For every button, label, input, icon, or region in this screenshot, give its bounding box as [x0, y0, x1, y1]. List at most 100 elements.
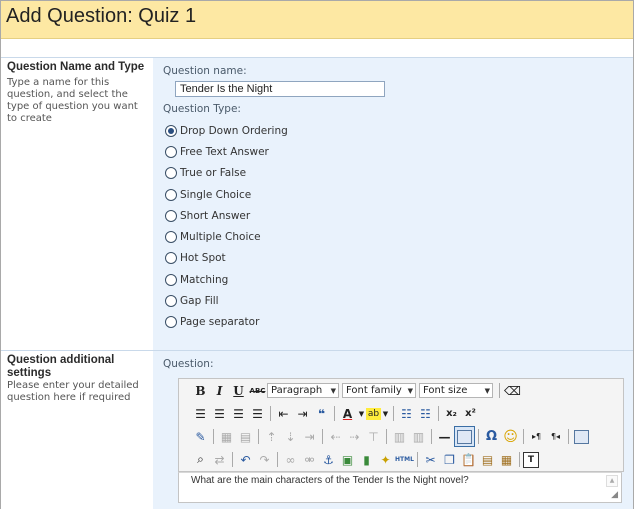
separator: [270, 406, 271, 421]
question-type-option[interactable]: Gap Fill: [163, 290, 633, 311]
image-icon[interactable]: ▣: [338, 450, 357, 469]
align-justify-icon[interactable]: ☰: [248, 404, 267, 423]
cleanup-icon[interactable]: ✦: [376, 450, 395, 469]
undo-icon[interactable]: ↶: [236, 450, 255, 469]
ltr-icon[interactable]: ▸¶: [527, 427, 546, 446]
font-family-value: Font family: [346, 385, 402, 396]
eraser-icon[interactable]: ⌫: [503, 381, 522, 400]
subscript-icon[interactable]: x₂: [442, 404, 461, 423]
dropdown-arrow-icon: ▼: [330, 386, 336, 395]
font-family-select[interactable]: Font family ▼: [342, 383, 416, 398]
highlight-color-icon[interactable]: ab: [366, 407, 381, 420]
numbered-list-icon[interactable]: ☷: [416, 404, 435, 423]
delete-row-icon[interactable]: ⇥: [300, 427, 319, 446]
replace-icon[interactable]: ⇄: [210, 450, 229, 469]
media-icon[interactable]: ▮: [357, 450, 376, 469]
copy-icon[interactable]: ❐: [440, 450, 459, 469]
table-icon[interactable]: ▦: [217, 427, 236, 446]
table-props-icon[interactable]: ▤: [236, 427, 255, 446]
radio-button[interactable]: [165, 124, 177, 137]
question-editor[interactable]: What are the main characters of the Tend…: [178, 472, 622, 503]
dropdown-arrow-icon[interactable]: ▼: [357, 404, 366, 423]
section-additional-fields: Question: B I U ABC Paragraph ▼ Font fami…: [153, 351, 633, 509]
radio-button[interactable]: [165, 273, 177, 286]
cut-icon[interactable]: ✂: [421, 450, 440, 469]
editor-content[interactable]: What are the main characters of the Tend…: [179, 473, 621, 486]
edit-image-icon[interactable]: ✎: [191, 427, 210, 446]
radio-button[interactable]: [165, 316, 177, 329]
question-name-input[interactable]: [175, 81, 385, 97]
merge-cells-icon[interactable]: ▥: [409, 427, 428, 446]
radio-button[interactable]: [165, 167, 177, 180]
insert-table-icon[interactable]: [454, 426, 475, 447]
radio-button[interactable]: [165, 188, 177, 201]
row-before-icon[interactable]: ⇡: [262, 427, 281, 446]
paste-word-icon[interactable]: ▦: [497, 450, 516, 469]
underline-button[interactable]: U: [229, 381, 248, 400]
question-type-option[interactable]: Hot Spot: [163, 248, 633, 269]
radio-button[interactable]: [165, 209, 177, 222]
indent-icon[interactable]: ⇥: [293, 404, 312, 423]
col-before-icon[interactable]: ⇠: [326, 427, 345, 446]
anchor-icon[interactable]: ⚓: [319, 450, 338, 469]
split-cells-icon[interactable]: ▥: [390, 427, 409, 446]
fullscreen-icon[interactable]: [572, 427, 591, 446]
question-type-option[interactable]: True or False: [163, 163, 633, 184]
radio-button[interactable]: [165, 231, 177, 244]
resize-handle-icon[interactable]: ◢: [611, 490, 618, 500]
blockquote-icon[interactable]: ❝: [312, 404, 331, 423]
insert-text-icon[interactable]: T: [523, 451, 539, 468]
separator: [499, 383, 500, 398]
insert-table-glyph: [457, 429, 472, 444]
dropdown-arrow-icon[interactable]: ▼: [381, 404, 390, 423]
format-select[interactable]: Paragraph ▼: [267, 383, 339, 398]
paste-icon[interactable]: 📋: [459, 450, 478, 469]
separator: [322, 429, 323, 444]
question-type-option[interactable]: Multiple Choice: [163, 226, 633, 247]
question-type-option[interactable]: Drop Down Ordering: [163, 120, 633, 141]
question-type-option[interactable]: Short Answer: [163, 205, 633, 226]
spacer: [1, 39, 633, 57]
separator: [523, 429, 524, 444]
delete-col-icon[interactable]: ⊤: [364, 427, 383, 446]
unlink-icon[interactable]: ⚮: [300, 450, 319, 469]
superscript-icon[interactable]: x²: [461, 404, 480, 423]
align-left-icon[interactable]: ☰: [191, 404, 210, 423]
question-name-label: Question name:: [163, 65, 247, 77]
align-right-icon[interactable]: ☰: [229, 404, 248, 423]
italic-button[interactable]: I: [210, 381, 229, 400]
question-type-label: Free Text Answer: [180, 145, 269, 158]
scroll-arrow-icon[interactable]: ▲: [606, 475, 618, 487]
col-after-icon[interactable]: ⇢: [345, 427, 364, 446]
paste-text-icon[interactable]: ▤: [478, 450, 497, 469]
question-type-label: Hot Spot: [180, 252, 226, 265]
outdent-icon[interactable]: ⇤: [274, 404, 293, 423]
rtl-icon[interactable]: ¶◂: [546, 427, 565, 446]
find-icon[interactable]: ⌕: [191, 450, 210, 469]
align-center-icon[interactable]: ☰: [210, 404, 229, 423]
radio-button[interactable]: [165, 295, 177, 308]
question-type-option[interactable]: Page separator: [163, 312, 633, 333]
question-type-option[interactable]: Free Text Answer: [163, 141, 633, 162]
question-type-option[interactable]: Matching: [163, 269, 633, 290]
toolbar-row-2: ☰ ☰ ☰ ☰ ⇤ ⇥ ❝ A ▼ ab ▼ ☷ ☷ x₂ x²: [179, 402, 623, 425]
html-icon[interactable]: HTML: [395, 450, 414, 469]
link-icon[interactable]: ∞: [281, 450, 300, 469]
redo-icon[interactable]: ↷: [255, 450, 274, 469]
font-size-select[interactable]: Font size ▼: [419, 383, 493, 398]
horizontal-rule-icon[interactable]: —: [435, 427, 454, 446]
question-type-option[interactable]: Single Choice: [163, 184, 633, 205]
separator: [417, 452, 418, 467]
section-additional: Question additional settings Please ente…: [1, 350, 633, 509]
strikethrough-button[interactable]: ABC: [248, 381, 267, 400]
title-bar: Add Question: Quiz 1: [1, 1, 633, 39]
bullet-list-icon[interactable]: ☷: [397, 404, 416, 423]
radio-button[interactable]: [165, 252, 177, 265]
page-title: Add Question: Quiz 1: [6, 5, 197, 27]
emoticon-icon[interactable]: ☺: [501, 427, 520, 446]
row-after-icon[interactable]: ⇣: [281, 427, 300, 446]
bold-button[interactable]: B: [191, 381, 210, 400]
special-char-icon[interactable]: Ω: [482, 427, 501, 446]
radio-button[interactable]: [165, 145, 177, 158]
text-color-icon[interactable]: A: [338, 404, 357, 423]
